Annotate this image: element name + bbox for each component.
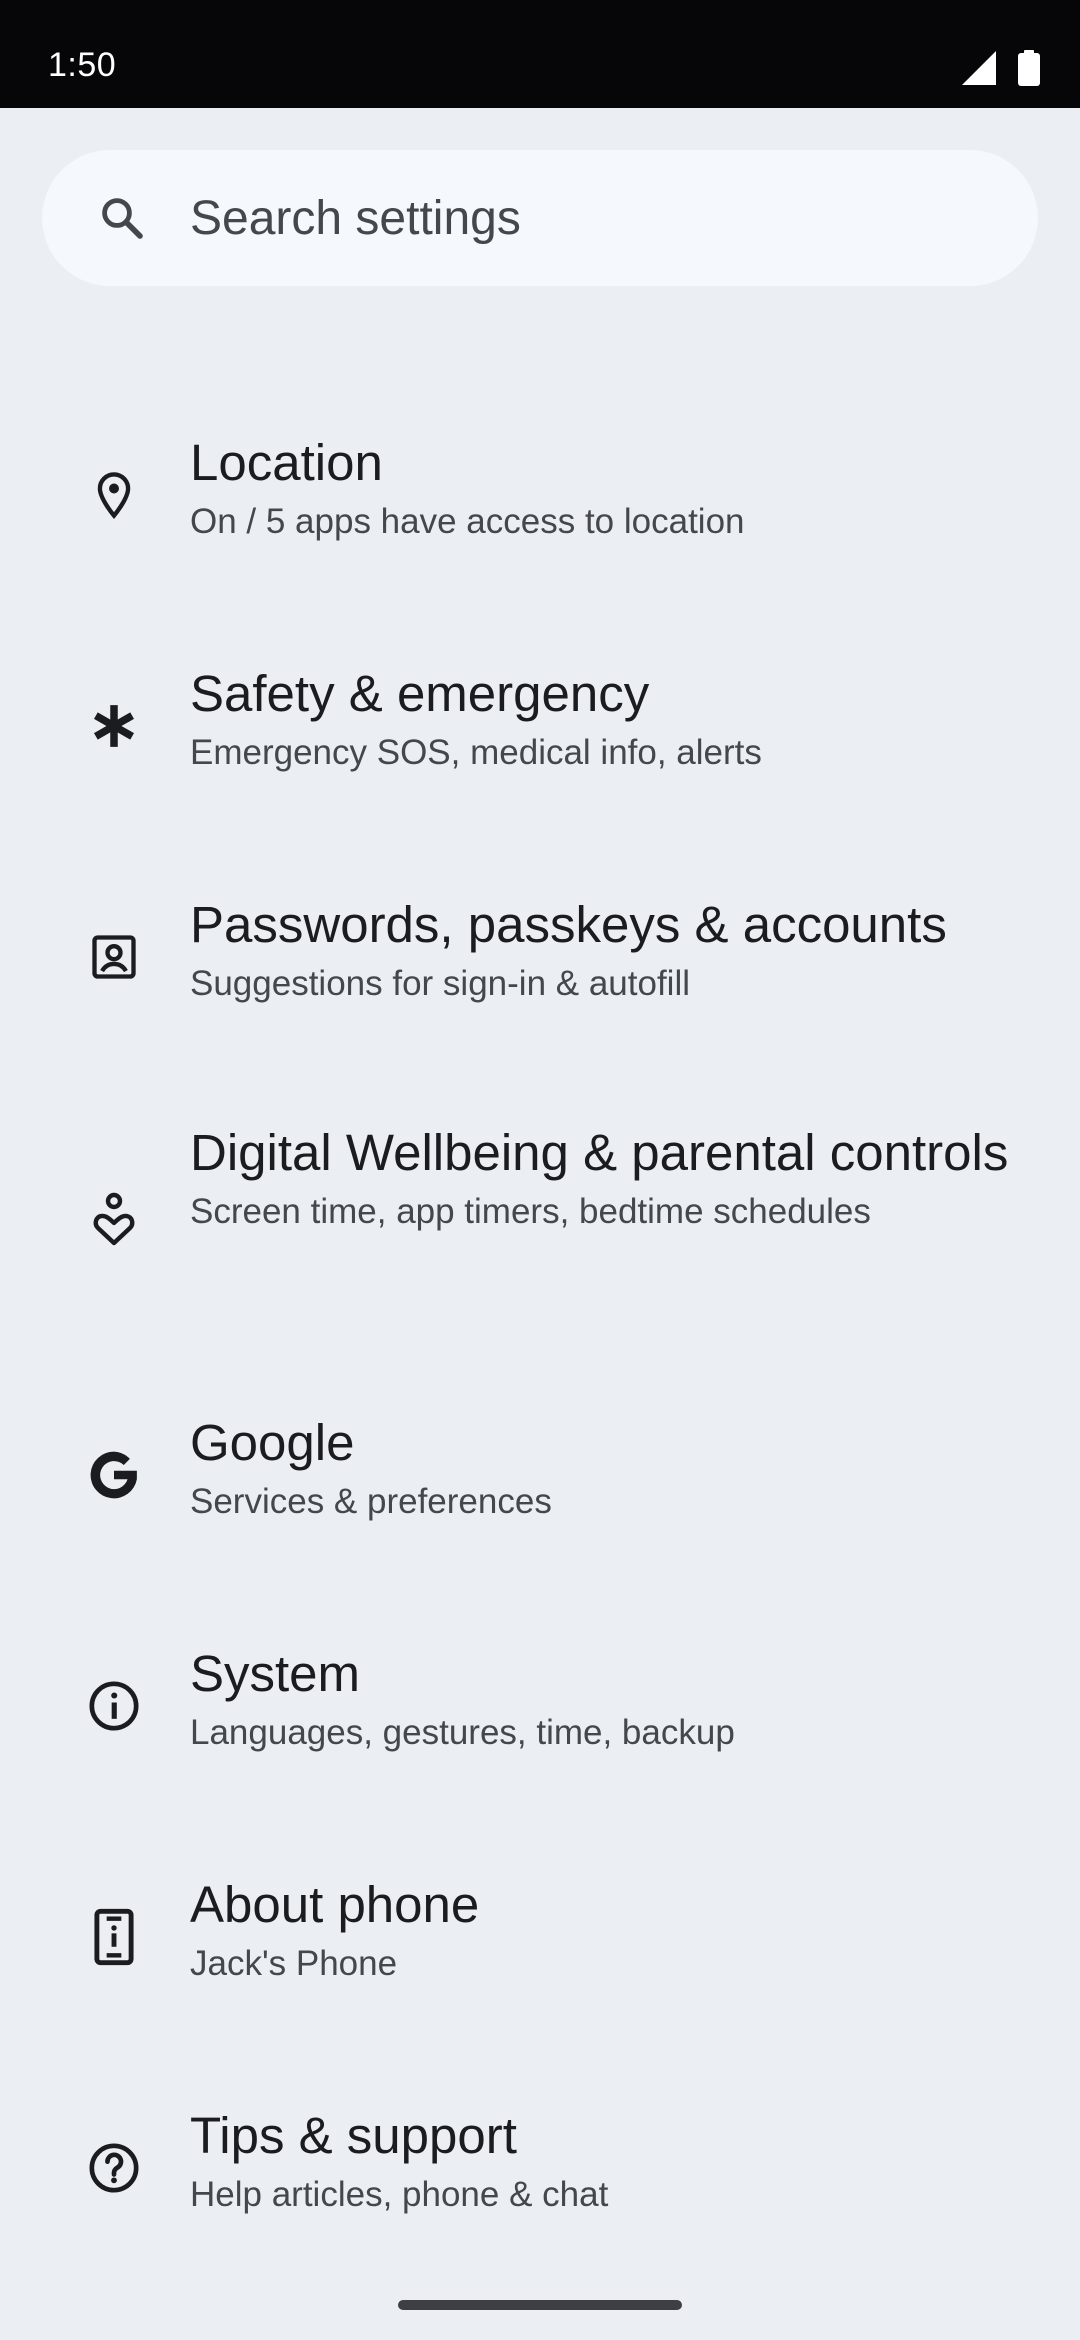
item-title: Digital Wellbeing & parental controls xyxy=(190,1124,1009,1181)
settings-item-passwords-accounts[interactable]: Passwords, passkeys & accounts Suggestio… xyxy=(0,892,1080,1022)
settings-item-text: Safety & emergency Emergency SOS, medica… xyxy=(190,661,1040,777)
item-subtitle: Services & preferences xyxy=(190,1482,552,1521)
settings-item-text: System Languages, gestures, time, backup xyxy=(190,1641,1040,1757)
search-bar[interactable] xyxy=(42,150,1038,286)
help-icon xyxy=(82,2136,146,2200)
item-title: Tips & support xyxy=(190,2107,517,2164)
item-subtitle: Help articles, phone & chat xyxy=(190,2175,609,2214)
info-icon xyxy=(82,1674,146,1738)
battery-icon xyxy=(1018,50,1040,86)
asterisk-emergency-icon xyxy=(82,694,146,758)
settings-item-safety-emergency[interactable]: Safety & emergency Emergency SOS, medica… xyxy=(0,661,1080,791)
item-subtitle: Emergency SOS, medical info, alerts xyxy=(190,733,762,772)
item-title: About phone xyxy=(190,1876,480,1933)
google-g-icon xyxy=(82,1443,146,1507)
item-title: System xyxy=(190,1645,361,1702)
settings-item-text: Location On / 5 apps have access to loca… xyxy=(190,430,1040,546)
item-title: Passwords, passkeys & accounts xyxy=(190,896,947,953)
item-subtitle: Screen time, app timers, bedtime schedul… xyxy=(190,1192,871,1231)
status-bar: 1:50 xyxy=(0,0,1080,108)
home-indicator[interactable] xyxy=(398,2300,682,2310)
account-box-icon xyxy=(82,925,146,989)
item-title: Safety & emergency xyxy=(190,665,650,722)
wellbeing-icon xyxy=(82,1187,146,1251)
search-icon xyxy=(98,194,146,242)
settings-item-system[interactable]: System Languages, gestures, time, backup xyxy=(0,1641,1080,1771)
settings-item-text: Passwords, passkeys & accounts Suggestio… xyxy=(190,892,1040,1008)
settings-item-text: About phone Jack's Phone xyxy=(190,1872,1040,1988)
status-icons xyxy=(962,50,1040,86)
settings-item-location[interactable]: Location On / 5 apps have access to loca… xyxy=(0,430,1080,560)
status-time: 1:50 xyxy=(48,46,117,84)
search-input[interactable] xyxy=(188,189,952,247)
cell-signal-icon xyxy=(962,51,996,85)
item-subtitle: Suggestions for sign-in & autofill xyxy=(190,964,690,1003)
item-subtitle: On / 5 apps have access to location xyxy=(190,502,745,541)
item-subtitle: Jack's Phone xyxy=(190,1944,398,1983)
settings-item-digital-wellbeing[interactable]: Digital Wellbeing & parental controls Sc… xyxy=(0,1120,1080,1316)
item-title: Location xyxy=(190,434,383,491)
settings-item-tips-support[interactable]: Tips & support Help articles, phone & ch… xyxy=(0,2103,1080,2233)
settings-item-google[interactable]: Google Services & preferences xyxy=(0,1410,1080,1540)
phone-info-icon xyxy=(82,1905,146,1969)
location-pin-icon xyxy=(82,463,146,527)
item-title: Google xyxy=(190,1414,355,1471)
settings-item-text: Google Services & preferences xyxy=(190,1410,1040,1526)
settings-item-text: Tips & support Help articles, phone & ch… xyxy=(190,2103,1040,2219)
item-subtitle: Languages, gestures, time, backup xyxy=(190,1713,735,1752)
settings-item-about-phone[interactable]: About phone Jack's Phone xyxy=(0,1872,1080,2002)
settings-item-text: Digital Wellbeing & parental controls Sc… xyxy=(190,1120,1040,1236)
